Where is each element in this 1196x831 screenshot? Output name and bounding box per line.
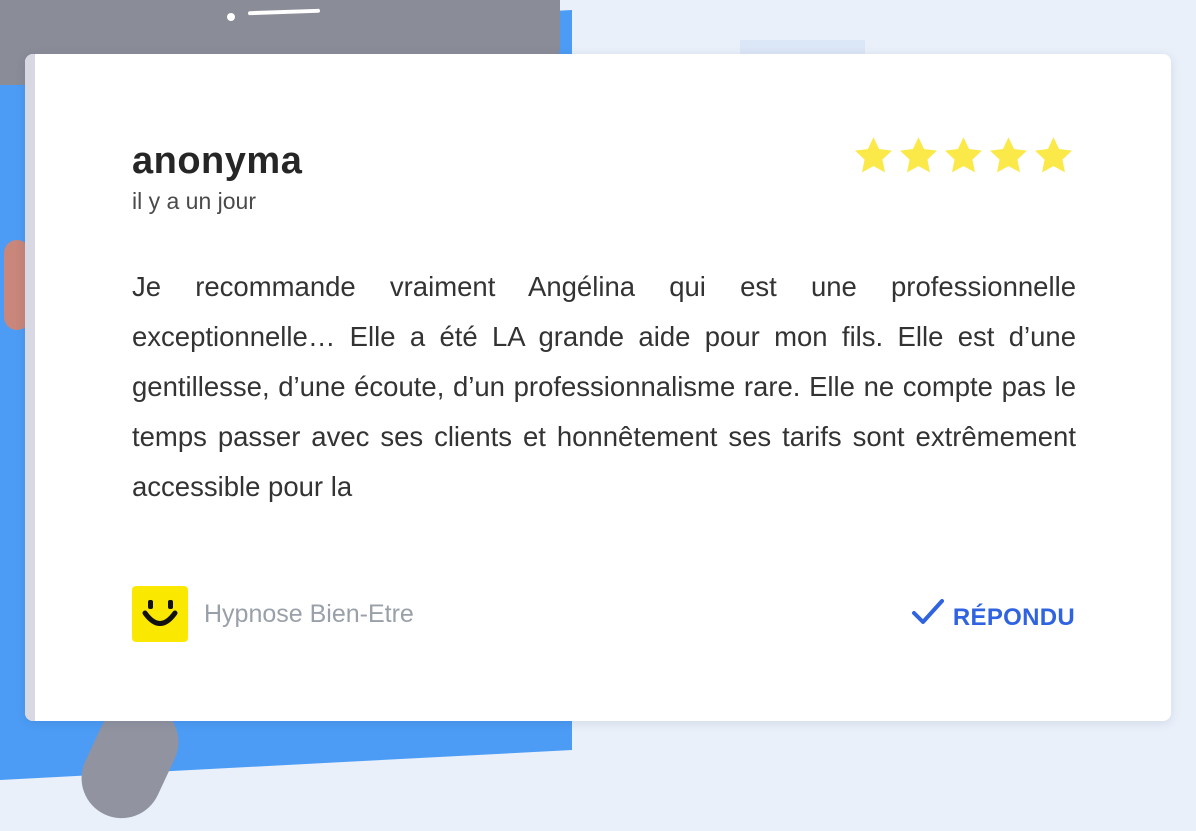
business-name: Hypnose Bien-Etre [204, 600, 414, 628]
star-icon [900, 137, 937, 173]
checkmark-icon [911, 599, 944, 624]
replied-label: RÉPONDU [952, 604, 1075, 631]
card-accent-bar [25, 54, 35, 721]
phone-camera-dot [227, 13, 235, 21]
smiley-logo-icon [132, 586, 188, 642]
replied-status[interactable]: RÉPONDU [911, 594, 1075, 632]
star-rating [852, 134, 1075, 177]
star-icon [855, 137, 892, 173]
review-author: anonyma [132, 140, 303, 182]
star-icon [990, 137, 1027, 173]
star-icon [1035, 137, 1072, 173]
phone-speaker-bar [247, 8, 321, 16]
review-date: il y a un jour [132, 188, 257, 214]
review-card: anonyma il y a un jour Je recommande vra… [25, 54, 1171, 721]
star-icon [945, 137, 982, 173]
review-text: Je recommande vraiment Angélina qui est … [132, 271, 1076, 502]
